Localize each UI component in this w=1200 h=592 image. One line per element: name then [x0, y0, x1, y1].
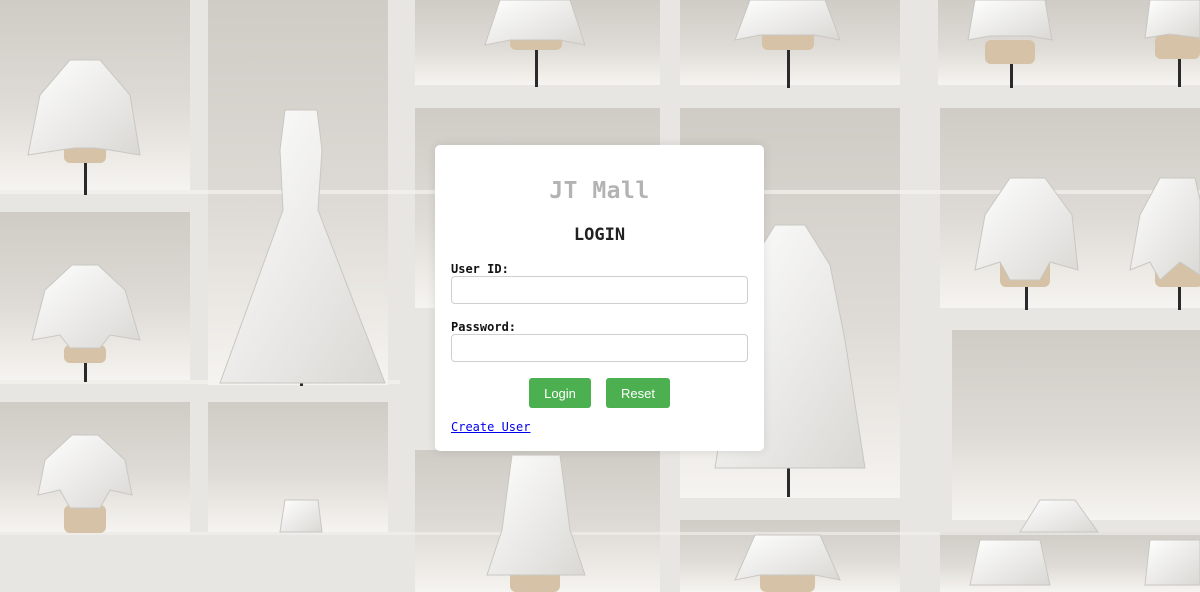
login-button[interactable]: Login	[529, 378, 591, 408]
user-id-input[interactable]	[451, 276, 748, 304]
login-card: JT Mall LOGIN User ID: Password: Login R…	[435, 145, 764, 451]
create-user-link[interactable]: Create User	[451, 420, 530, 434]
login-heading: LOGIN	[573, 225, 626, 245]
user-id-label: User ID:	[451, 262, 509, 276]
password-label: Password:	[451, 320, 517, 334]
brand-title: JT Mall	[549, 178, 650, 204]
reset-button[interactable]: Reset	[606, 378, 670, 408]
password-input[interactable]	[451, 334, 748, 362]
